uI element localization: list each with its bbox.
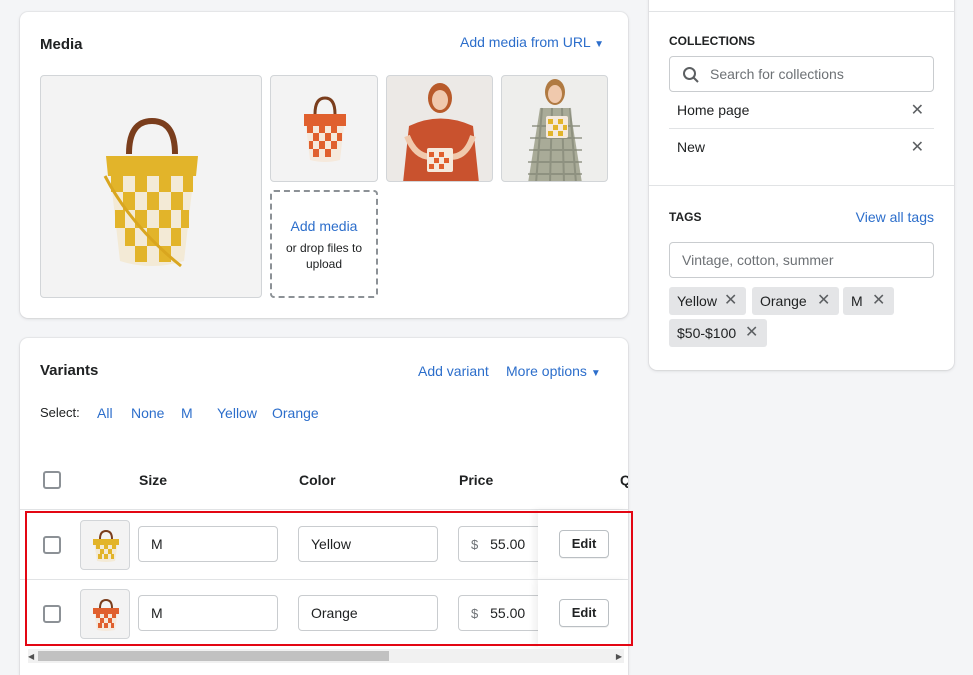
model-orange-dress-image [403, 83, 479, 181]
search-icon [683, 67, 699, 83]
more-options-label: More options [506, 363, 587, 379]
currency-symbol: $ [471, 606, 479, 621]
collections-heading: COLLECTIONS [669, 34, 755, 48]
currency-symbol: $ [471, 537, 479, 552]
tag-label: Yellow [677, 293, 717, 309]
section-divider [649, 185, 954, 186]
media-thumbnail[interactable] [386, 75, 493, 182]
search-placeholder: Search for collections [710, 66, 844, 82]
caret-down-icon: ▼ [594, 39, 604, 50]
model-gingham-dress-image [528, 79, 582, 181]
tag-label: M [851, 293, 863, 309]
variant-thumbnail[interactable] [80, 520, 130, 570]
sticky-edit-column: Edit [538, 580, 628, 647]
row-checkbox[interactable] [43, 605, 61, 623]
remove-collection-icon[interactable]: ✕ [911, 137, 924, 157]
add-media-from-url-link[interactable]: Add media from URL ▼ [460, 34, 604, 50]
collection-label: New [677, 139, 706, 155]
row-checkbox[interactable] [43, 536, 61, 554]
media-thumbnail[interactable] [501, 75, 608, 182]
price-value: 55.00 [490, 605, 526, 621]
yellow-bucket-bag-image [103, 117, 198, 268]
table-row: M Yellow $ 55.00 Edit [20, 510, 628, 579]
view-all-tags-link[interactable]: View all tags [856, 209, 934, 225]
tag-chip: M ✕ [843, 287, 894, 315]
remove-tag-icon[interactable]: ✕ [724, 287, 737, 315]
column-header-color: Color [299, 472, 336, 488]
add-media-dropzone[interactable]: Add media or drop files to upload [270, 190, 378, 298]
table-row: M Orange $ 55.00 Edit [20, 580, 628, 647]
sticky-edit-column: Edit [538, 510, 628, 579]
color-input[interactable]: Orange [298, 595, 438, 631]
select-orange-link[interactable]: Orange [272, 405, 319, 421]
remove-tag-icon[interactable]: ✕ [817, 287, 830, 315]
tags-input[interactable]: Vintage, cotton, summer [669, 242, 934, 278]
price-value: 55.00 [490, 536, 526, 552]
section-divider [649, 11, 954, 12]
add-media-url-label: Add media from URL [460, 34, 591, 50]
tag-label: Orange [760, 293, 807, 309]
select-size-m-link[interactable]: M [181, 405, 193, 421]
variants-card: Variants Add variant More options ▼ Sele… [20, 338, 628, 675]
yellow-bag-icon [93, 529, 119, 562]
horizontal-scrollbar[interactable]: ◀ ▶ [28, 649, 624, 663]
remove-tag-icon[interactable]: ✕ [745, 319, 758, 347]
edit-button[interactable]: Edit [559, 530, 609, 558]
drop-files-hint: or drop files to upload [285, 241, 363, 271]
orange-bucket-bag-image [304, 96, 346, 162]
collection-item: New ✕ [669, 129, 934, 166]
add-variant-link[interactable]: Add variant [418, 363, 489, 379]
media-title: Media [40, 36, 83, 53]
select-all-link[interactable]: All [97, 405, 113, 421]
media-card: Media Add media from URL ▼ Add media or … [20, 12, 628, 318]
size-input[interactable]: M [138, 595, 278, 631]
variant-thumbnail[interactable] [80, 589, 130, 639]
add-media-link[interactable]: Add media [272, 218, 376, 234]
more-options-link[interactable]: More options ▼ [506, 363, 601, 379]
orange-bag-icon [93, 598, 119, 631]
column-header-size: Size [139, 472, 168, 488]
color-input[interactable]: Yellow [298, 526, 438, 562]
column-header-price: Price [459, 472, 494, 488]
tag-label: $50-$100 [677, 325, 737, 341]
size-input[interactable]: M [138, 526, 278, 562]
tags-heading: TAGS [669, 210, 702, 224]
collections-search-input[interactable]: Search for collections [669, 56, 934, 92]
select-all-checkbox[interactable] [43, 471, 61, 489]
tag-chip: Orange ✕ [752, 287, 839, 315]
caret-down-icon: ▼ [590, 368, 601, 379]
variants-title: Variants [40, 362, 99, 379]
main-product-image[interactable] [40, 75, 262, 298]
tag-chip: $50-$100 ✕ [669, 319, 767, 347]
collection-item: Home page ✕ [669, 92, 934, 129]
remove-collection-icon[interactable]: ✕ [911, 100, 924, 120]
column-header-quantity: Q [620, 472, 628, 488]
edit-button[interactable]: Edit [559, 599, 609, 627]
scroll-left-icon[interactable]: ◀ [28, 652, 34, 661]
collection-label: Home page [677, 102, 750, 118]
scroll-right-icon[interactable]: ▶ [616, 652, 622, 661]
media-thumbnail[interactable] [270, 75, 378, 182]
select-none-link[interactable]: None [131, 405, 164, 421]
organization-card: COLLECTIONS Search for collections Home … [649, 0, 954, 370]
select-yellow-link[interactable]: Yellow [217, 405, 257, 421]
scrollbar-thumb[interactable] [38, 651, 389, 661]
remove-tag-icon[interactable]: ✕ [872, 287, 885, 315]
select-label: Select: [40, 405, 80, 420]
tag-chip: Yellow ✕ [669, 287, 746, 315]
